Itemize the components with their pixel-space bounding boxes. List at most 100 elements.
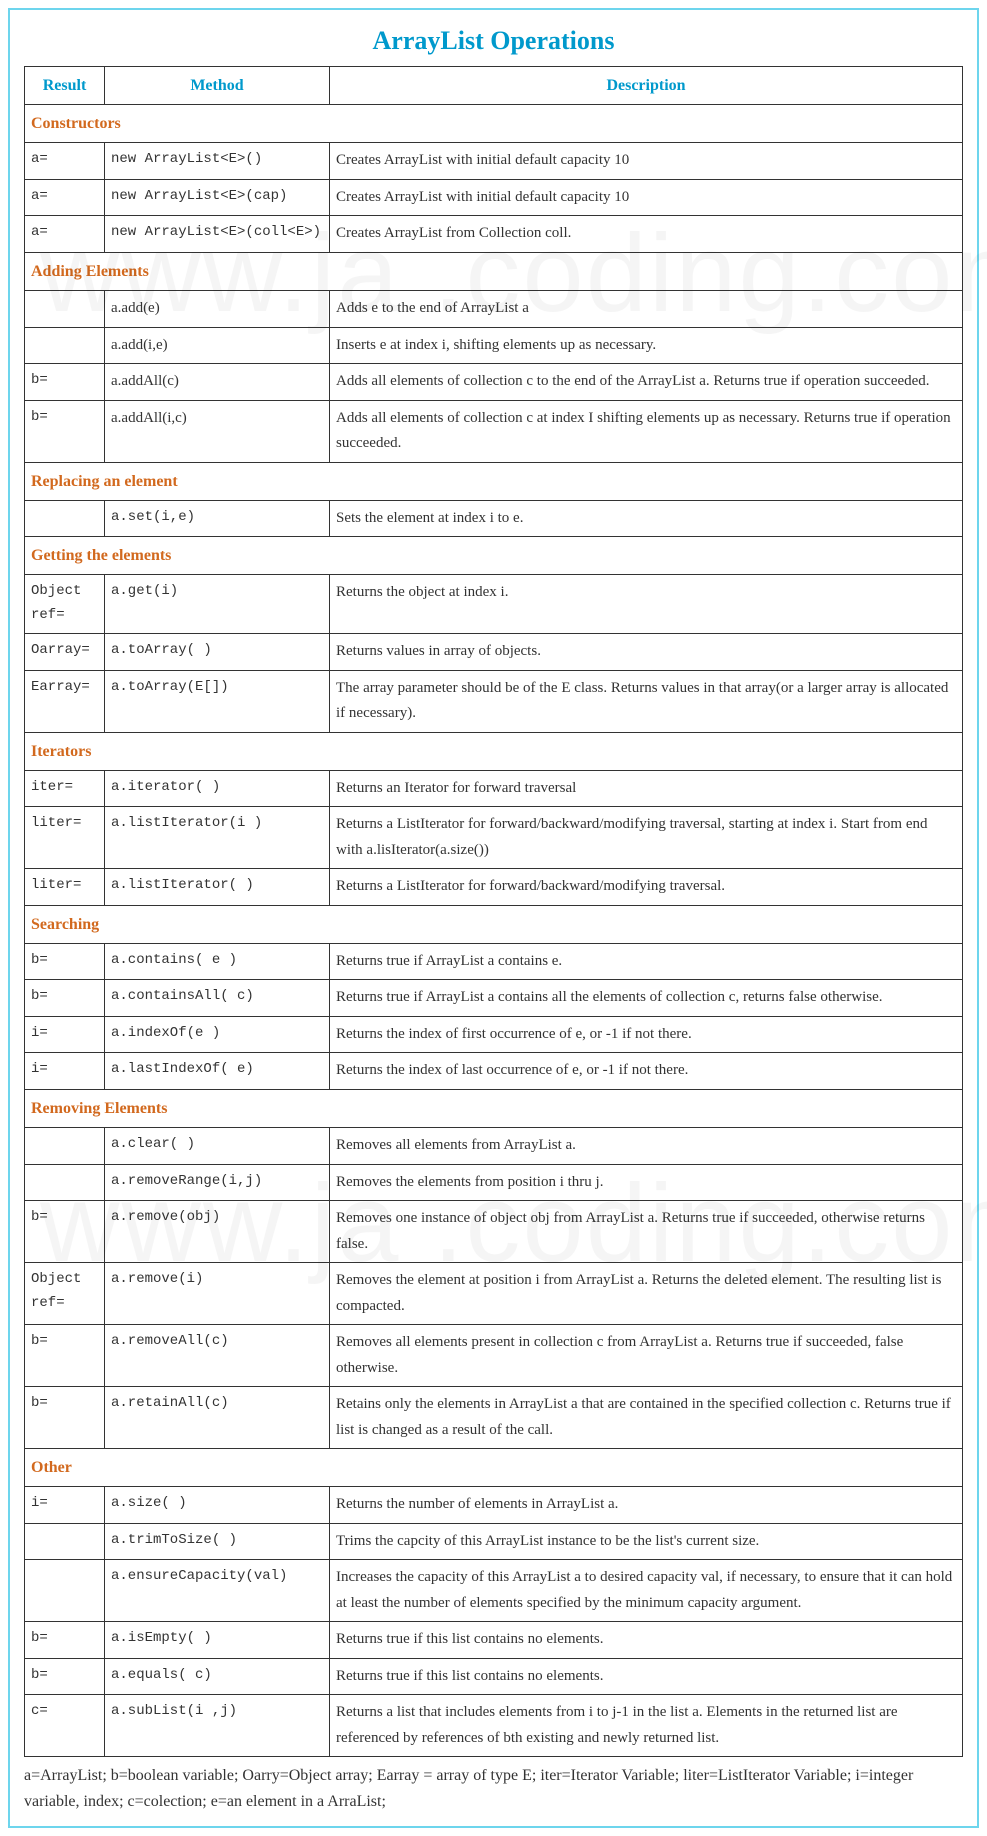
cell-description: Creates ArrayList with initial default c… <box>330 143 963 180</box>
cell-method: a.lastIndexOf( e) <box>105 1053 330 1090</box>
section-header: Searching <box>25 905 963 943</box>
cell-result: i= <box>25 1487 105 1524</box>
cell-description: Removes one instance of object obj from … <box>330 1201 963 1263</box>
cell-result: b= <box>25 364 105 401</box>
cell-result: Oarray= <box>25 634 105 671</box>
section-title: Iterators <box>25 732 963 770</box>
cell-result <box>25 1523 105 1560</box>
cell-result: b= <box>25 1325 105 1387</box>
cell-method: a.equals( c) <box>105 1658 330 1695</box>
table-row: a=new ArrayList<E>(cap)Creates ArrayList… <box>25 179 963 216</box>
header-description: Description <box>330 67 963 105</box>
cell-method: a.trimToSize( ) <box>105 1523 330 1560</box>
table-row: a.ensureCapacity(val)Increases the capac… <box>25 1560 963 1622</box>
table-row: liter=a.listIterator(i )Returns a ListIt… <box>25 807 963 869</box>
cell-result: Object ref= <box>25 1263 105 1325</box>
cell-result: b= <box>25 1622 105 1659</box>
cell-result: Earray= <box>25 670 105 732</box>
cell-method: a.toArray(E[]) <box>105 670 330 732</box>
cell-description: Retains only the elements in ArrayList a… <box>330 1387 963 1449</box>
section-header: Adding Elements <box>25 252 963 290</box>
page-title: ArrayList Operations <box>24 26 963 56</box>
footnote: a=ArrayList; b=boolean variable; Oarry=O… <box>24 1763 963 1814</box>
table-row: i=a.lastIndexOf( e)Returns the index of … <box>25 1053 963 1090</box>
header-method: Method <box>105 67 330 105</box>
section-header: Other <box>25 1449 963 1487</box>
cell-result: b= <box>25 943 105 980</box>
section-title: Replacing an element <box>25 462 963 500</box>
cell-result <box>25 1164 105 1201</box>
table-row: Oarray=a.toArray( )Returns values in arr… <box>25 634 963 671</box>
table-row: b=a.remove(obj)Removes one instance of o… <box>25 1201 963 1263</box>
cell-result <box>25 327 105 364</box>
cell-result: liter= <box>25 807 105 869</box>
cell-method: new ArrayList<E>() <box>105 143 330 180</box>
table-row: a.removeRange(i,j)Removes the elements f… <box>25 1164 963 1201</box>
cell-method: a.remove(obj) <box>105 1201 330 1263</box>
cell-description: Sets the element at index i to e. <box>330 500 963 537</box>
cell-result: iter= <box>25 770 105 807</box>
cell-description: Creates ArrayList from Collection coll. <box>330 216 963 253</box>
cell-result <box>25 1560 105 1622</box>
cell-method: a.isEmpty( ) <box>105 1622 330 1659</box>
cell-description: Returns true if this list contains no el… <box>330 1658 963 1695</box>
cell-method: a.addAll(c) <box>105 364 330 401</box>
table-row: a.add(e)Adds e to the end of ArrayList a <box>25 291 963 328</box>
header-result: Result <box>25 67 105 105</box>
table-row: iter=a.iterator( )Returns an Iterator fo… <box>25 770 963 807</box>
section-title: Removing Elements <box>25 1089 963 1127</box>
cell-description: Returns a ListIterator for forward/backw… <box>330 807 963 869</box>
cell-description: Creates ArrayList with initial default c… <box>330 179 963 216</box>
cell-method: a.remove(i) <box>105 1263 330 1325</box>
section-title: Adding Elements <box>25 252 963 290</box>
table-row: b=a.containsAll( c)Returns true if Array… <box>25 980 963 1017</box>
cell-result: b= <box>25 1201 105 1263</box>
cell-result: liter= <box>25 869 105 906</box>
cell-description: Returns true if this list contains no el… <box>330 1622 963 1659</box>
table-row: a=new ArrayList<E>()Creates ArrayList wi… <box>25 143 963 180</box>
cell-method: a.toArray( ) <box>105 634 330 671</box>
cell-method: a.size( ) <box>105 1487 330 1524</box>
table-row: Object ref=a.get(i)Returns the object at… <box>25 575 963 634</box>
cell-description: Removes the elements from position i thr… <box>330 1164 963 1201</box>
cell-method: a.clear( ) <box>105 1128 330 1165</box>
table-row: b=a.equals( c)Returns true if this list … <box>25 1658 963 1695</box>
cell-method: a.contains( e ) <box>105 943 330 980</box>
section-header: Constructors <box>25 105 963 143</box>
cell-method: a.addAll(i,c) <box>105 400 330 462</box>
table-row: c=a.subList(i ,j)Returns a list that inc… <box>25 1695 963 1757</box>
cell-result: b= <box>25 400 105 462</box>
cell-description: Returns the object at index i. <box>330 575 963 634</box>
cell-method: new ArrayList<E>(coll<E>) <box>105 216 330 253</box>
table-row: Object ref=a.remove(i)Removes the elemen… <box>25 1263 963 1325</box>
section-title: Other <box>25 1449 963 1487</box>
cell-description: Returns the number of elements in ArrayL… <box>330 1487 963 1524</box>
cell-description: Adds all elements of collection c to the… <box>330 364 963 401</box>
cell-method: a.add(e) <box>105 291 330 328</box>
cell-result <box>25 1128 105 1165</box>
section-header: Replacing an element <box>25 462 963 500</box>
cell-description: Inserts e at index i, shifting elements … <box>330 327 963 364</box>
cell-result: c= <box>25 1695 105 1757</box>
cell-method: a.removeRange(i,j) <box>105 1164 330 1201</box>
table-header-row: Result Method Description <box>25 67 963 105</box>
cell-result <box>25 291 105 328</box>
operations-table: Result Method Description Constructorsa=… <box>24 66 963 1757</box>
table-row: liter=a.listIterator( )Returns a ListIte… <box>25 869 963 906</box>
table-row: b=a.isEmpty( )Returns true if this list … <box>25 1622 963 1659</box>
cell-description: Returns values in array of objects. <box>330 634 963 671</box>
cell-description: Returns an Iterator for forward traversa… <box>330 770 963 807</box>
section-title: Getting the elements <box>25 537 963 575</box>
cell-description: Returns the index of last occurrence of … <box>330 1053 963 1090</box>
cell-description: Removes all elements present in collecti… <box>330 1325 963 1387</box>
table-row: b=a.retainAll(c)Retains only the element… <box>25 1387 963 1449</box>
cell-description: Adds e to the end of ArrayList a <box>330 291 963 328</box>
cell-description: Adds all elements of collection c at ind… <box>330 400 963 462</box>
cell-description: The array parameter should be of the E c… <box>330 670 963 732</box>
cell-description: Increases the capacity of this ArrayList… <box>330 1560 963 1622</box>
cell-result: a= <box>25 179 105 216</box>
cell-description: Returns a ListIterator for forward/backw… <box>330 869 963 906</box>
cell-result: i= <box>25 1053 105 1090</box>
cell-method: a.ensureCapacity(val) <box>105 1560 330 1622</box>
cell-method: a.retainAll(c) <box>105 1387 330 1449</box>
